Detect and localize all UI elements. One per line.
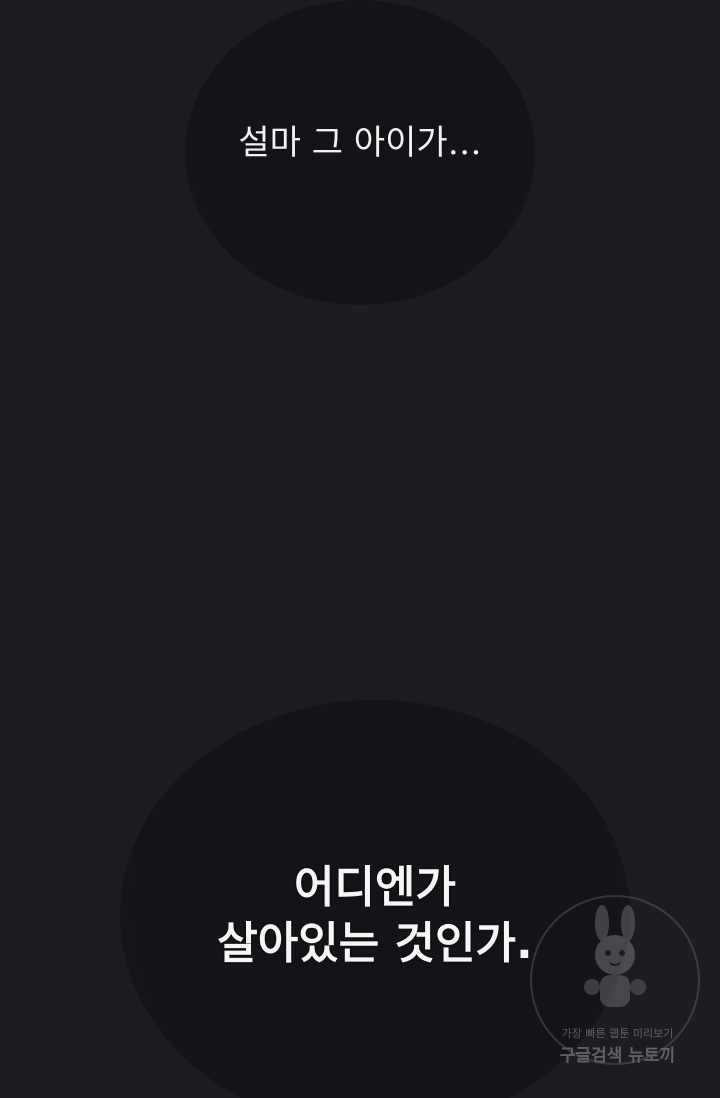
comic-panel: 설마 그 아이가… 어디엔가 살아있는 것인가. 가장 빠른 웹툰 미리보기 구… xyxy=(0,0,720,1098)
rabbit-mascot-icon xyxy=(584,905,646,1007)
bubble-top-text: 설마 그 아이가… xyxy=(238,123,482,163)
watermark-title: 구글검색 뉴토끼 xyxy=(559,1046,676,1066)
watermark-tagline: 가장 빠른 웹툰 미리보기 xyxy=(561,1027,674,1040)
watermark-logo: 가장 빠른 웹툰 미리보기 구글검색 뉴토끼 xyxy=(520,895,710,1080)
